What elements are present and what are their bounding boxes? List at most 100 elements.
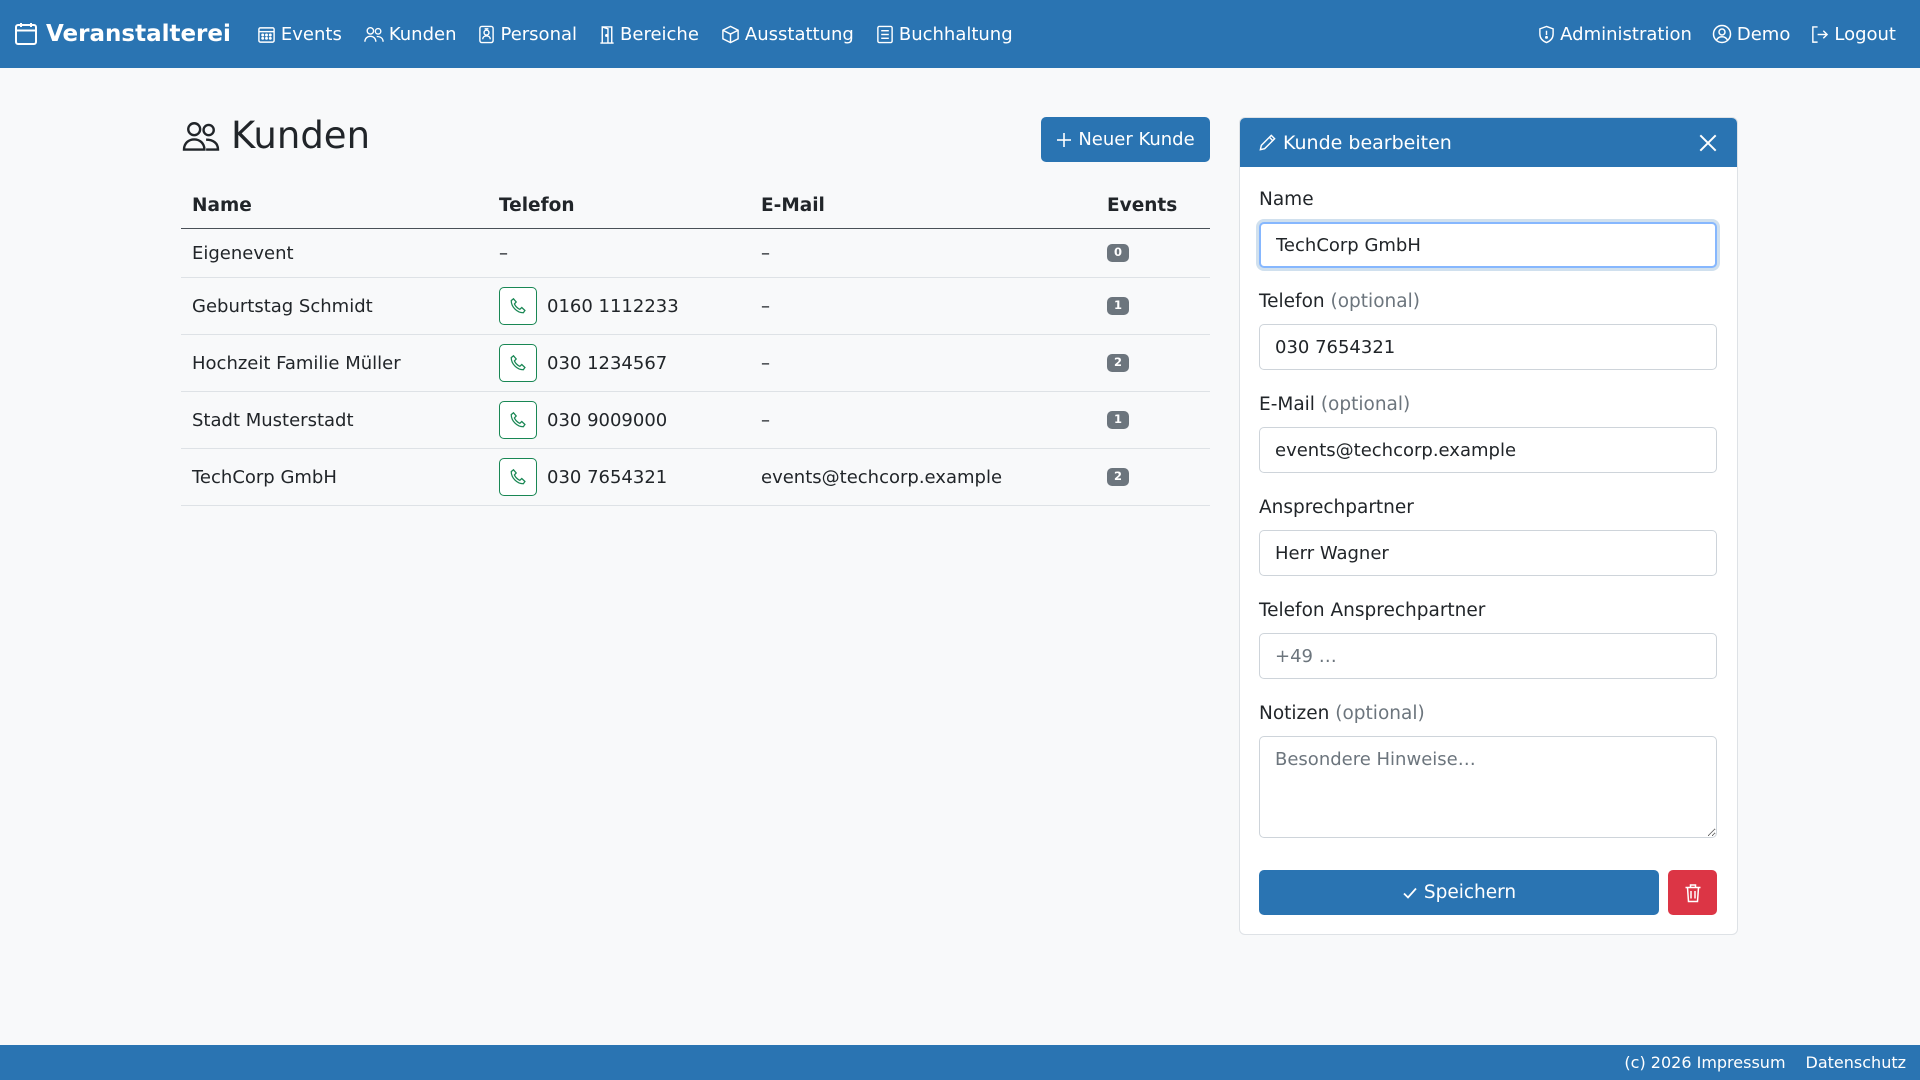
check-icon	[1402, 885, 1418, 901]
cell-phone: 030 7654321	[488, 458, 750, 496]
cell-email: events@techcorp.example	[761, 466, 1003, 488]
plus-icon	[1056, 132, 1072, 148]
page-title: Kunden	[181, 114, 370, 157]
call-button[interactable]	[499, 287, 537, 325]
nav-item-logout[interactable]: Logout	[1810, 24, 1896, 45]
events-badge: 1	[1107, 297, 1130, 315]
save-label: Speichern	[1423, 882, 1517, 903]
cell-events: 0	[1096, 244, 1210, 262]
datenschutz-link[interactable]: Datenschutz	[1806, 1053, 1906, 1072]
cell-events: 1	[1096, 297, 1210, 315]
phone-number: 030 1234567	[547, 352, 668, 374]
new-customer-button[interactable]: Neuer Kunde	[1041, 117, 1210, 162]
people-icon	[364, 25, 384, 44]
close-icon[interactable]	[1697, 132, 1719, 154]
nav-label-personal: Personal	[500, 23, 578, 45]
nav-item-events[interactable]: Events	[257, 24, 342, 45]
save-button[interactable]: Speichern	[1259, 870, 1659, 915]
name-label: Name	[1259, 189, 1314, 210]
table-row[interactable]: Hochzeit Familie Müller 030 1234567 – 2	[181, 335, 1210, 392]
cell-email: –	[761, 295, 770, 317]
calendar-grid-icon	[257, 25, 276, 44]
cell-events: 2	[1096, 354, 1210, 372]
brand-link[interactable]: Veranstalterei	[14, 21, 231, 47]
ledger-icon	[876, 25, 894, 44]
notes-label: Notizen (optional)	[1259, 703, 1425, 724]
phone-input[interactable]	[1259, 324, 1717, 370]
events-badge: 0	[1107, 244, 1130, 262]
nav-item-bereiche[interactable]: Bereiche	[599, 24, 699, 45]
nav-label-administration: Administration	[1560, 23, 1692, 45]
nav-label-ausstattung: Ausstattung	[744, 23, 854, 45]
contact-input[interactable]	[1259, 530, 1717, 576]
header-name: Name	[192, 195, 252, 216]
cell-events: 1	[1096, 411, 1210, 429]
table-row[interactable]: Geburtstag Schmidt 0160 1112233 – 1	[181, 278, 1210, 335]
table-row[interactable]: Eigenevent – – 0	[181, 229, 1210, 278]
customer-table: Name Telefon E-Mail Events Eigenevent – …	[181, 183, 1210, 506]
header-phone: Telefon	[499, 195, 575, 216]
people-icon	[181, 119, 221, 153]
name-input[interactable]	[1259, 222, 1717, 268]
nav-item-buchhaltung[interactable]: Buchhaltung	[876, 24, 1013, 45]
impressum-link[interactable]: (c) 2026 Impressum	[1624, 1053, 1785, 1072]
user-circle-icon	[1712, 24, 1732, 44]
nav-label-bereiche: Bereiche	[620, 23, 699, 45]
nav-label-user: Demo	[1736, 23, 1791, 45]
nav-label-logout: Logout	[1834, 23, 1896, 45]
nav-label-events: Events	[280, 23, 342, 45]
email-label: E-Mail (optional)	[1259, 394, 1411, 415]
footer: (c) 2026 Impressum Datenschutz	[0, 1045, 1920, 1080]
pencil-icon	[1258, 133, 1277, 152]
cell-name: TechCorp GmbH	[192, 466, 337, 488]
phone-number: 030 9009000	[547, 409, 668, 431]
nav-right-group: Administration Demo Logout	[1518, 24, 1906, 45]
table-row[interactable]: Stadt Musterstadt 030 9009000 – 1	[181, 392, 1210, 449]
cell-email: –	[761, 352, 770, 374]
events-badge: 2	[1107, 354, 1130, 372]
edit-customer-panel: Kunde bearbeiten Name Telefon (optional)…	[1239, 117, 1738, 935]
door-icon	[599, 25, 615, 44]
phone-number: 030 7654321	[547, 466, 668, 488]
nav-item-user[interactable]: Demo	[1712, 24, 1790, 45]
shield-icon	[1538, 25, 1555, 44]
events-badge: 1	[1107, 411, 1130, 429]
cell-phone: 030 1234567	[488, 344, 750, 382]
contact-label: Ansprechpartner	[1259, 497, 1414, 518]
calendar-icon	[14, 22, 38, 46]
email-input[interactable]	[1259, 427, 1717, 473]
call-button[interactable]	[499, 344, 537, 382]
cell-name: Hochzeit Familie Müller	[192, 352, 401, 374]
top-navbar: Veranstalterei Events Kunden Personal Be…	[0, 0, 1920, 68]
cell-email: –	[761, 242, 770, 264]
header-events: Events	[1107, 195, 1178, 216]
nav-item-administration[interactable]: Administration	[1538, 24, 1692, 45]
contact-phone-input[interactable]	[1259, 633, 1717, 679]
phone-number: 0160 1112233	[547, 295, 679, 317]
delete-button[interactable]	[1668, 870, 1717, 915]
nav-item-ausstattung[interactable]: Ausstattung	[721, 24, 854, 45]
cell-events: 2	[1096, 468, 1210, 486]
person-badge-icon	[478, 25, 495, 44]
header-email: E-Mail	[761, 195, 825, 216]
cell-phone: 030 9009000	[488, 401, 750, 439]
brand-name: Veranstalterei	[46, 21, 231, 47]
call-button[interactable]	[499, 401, 537, 439]
events-badge: 2	[1107, 468, 1130, 486]
nav-item-personal[interactable]: Personal	[478, 24, 577, 45]
cell-name: Eigenevent	[192, 242, 294, 264]
table-row[interactable]: TechCorp GmbH 030 7654321 events@techcor…	[181, 449, 1210, 506]
nav-label-kunden: Kunden	[388, 23, 457, 45]
panel-header: Kunde bearbeiten	[1240, 118, 1737, 167]
call-button[interactable]	[499, 458, 537, 496]
notes-textarea[interactable]	[1259, 736, 1717, 838]
table-header: Name Telefon E-Mail Events	[181, 183, 1210, 229]
phone-icon	[509, 297, 527, 315]
contact-phone-label: Telefon Ansprechpartner	[1259, 600, 1486, 621]
box-icon	[721, 25, 740, 44]
cell-phone: –	[499, 242, 508, 264]
phone-icon	[509, 354, 527, 372]
page-title-text: Kunden	[231, 114, 371, 157]
nav-item-kunden[interactable]: Kunden	[364, 23, 457, 45]
trash-icon	[1684, 883, 1702, 903]
